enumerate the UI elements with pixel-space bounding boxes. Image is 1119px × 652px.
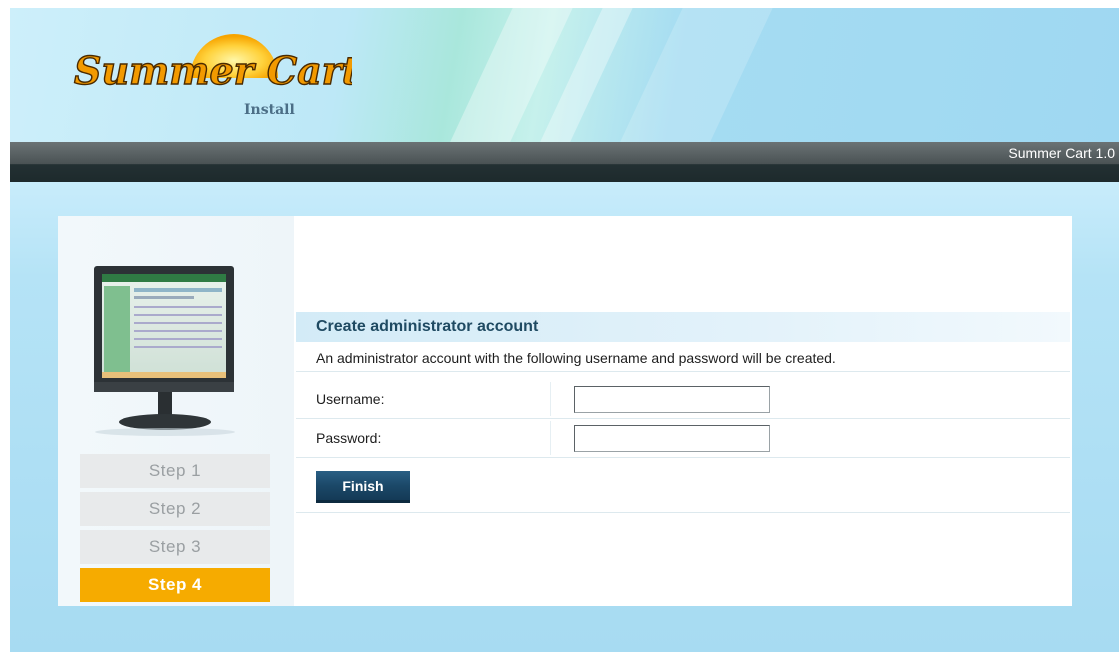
username-field[interactable]: [574, 386, 770, 413]
step-2: Step 2: [80, 492, 270, 526]
installer-window: Summer Cart Install Summer Cart 1.0 Step…: [10, 8, 1119, 652]
finish-button[interactable]: Finish: [316, 471, 410, 503]
top-bar: Summer Cart 1.0: [10, 142, 1119, 182]
steps-sidebar: Step 1 Step 2 Step 3 Step 4: [58, 216, 294, 606]
monitor-icon: [94, 266, 235, 436]
password-row: Password:: [296, 419, 1070, 458]
password-field[interactable]: [574, 425, 770, 452]
version-label: Summer Cart 1.0: [1008, 145, 1115, 161]
section-title: Create administrator account: [296, 312, 1070, 342]
form-area: Create administrator account An administ…: [294, 216, 1072, 606]
step-4: Step 4: [80, 568, 270, 602]
summer-cart-logo[interactable]: Summer Cart: [72, 32, 352, 132]
install-subtitle: Install: [244, 102, 295, 118]
password-label: Password:: [316, 430, 382, 446]
step-1: Step 1: [80, 454, 270, 488]
step-3: Step 3: [80, 530, 270, 564]
form-description: An administrator account with the follow…: [296, 346, 1070, 372]
install-panel: Step 1 Step 2 Step 3 Step 4 Create admin…: [58, 216, 1072, 606]
username-row: Username:: [296, 380, 1070, 419]
button-row: Finish: [296, 458, 1070, 513]
svg-text:Summer Cart: Summer Cart: [74, 48, 352, 93]
steps-list: Step 1 Step 2 Step 3 Step 4: [80, 454, 270, 606]
header-banner: Summer Cart Install: [10, 8, 1119, 142]
username-label: Username:: [316, 391, 385, 407]
